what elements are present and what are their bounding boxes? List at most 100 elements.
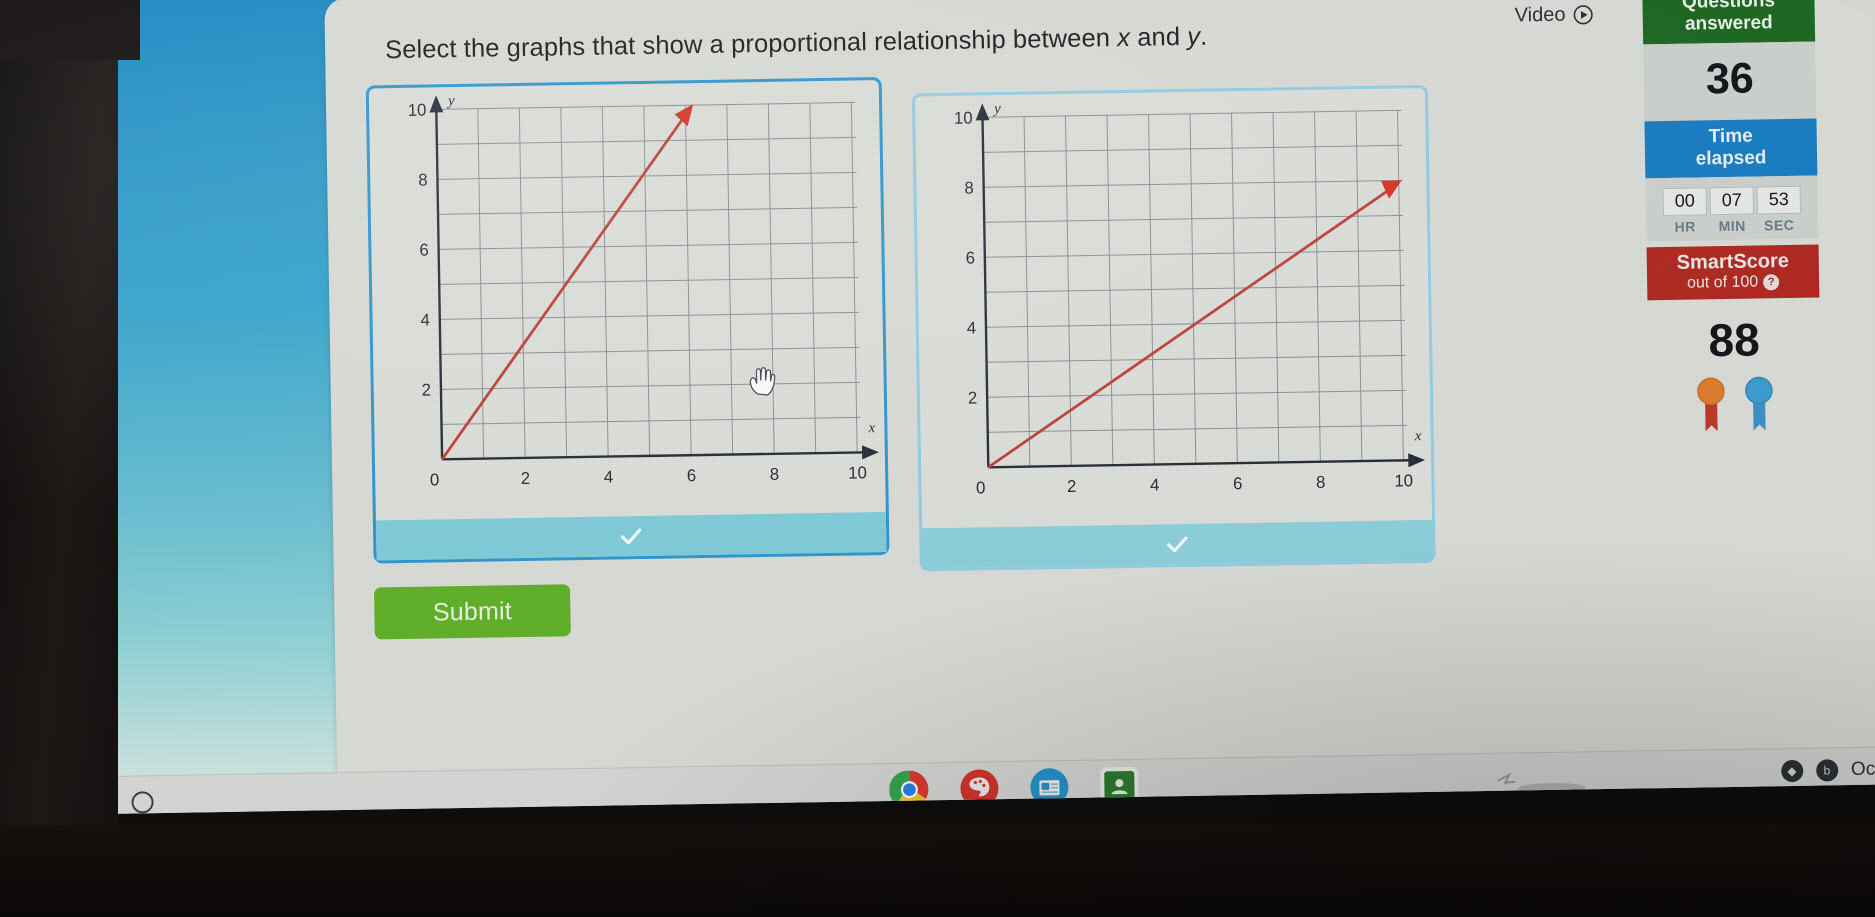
graph-1-x-arrow	[861, 445, 879, 460]
clock-sec-unit: SEC	[1763, 217, 1795, 234]
chrome-icon[interactable]	[889, 769, 930, 814]
score-sidebar: Questions answered 36 Time elapsed 00 HR…	[1642, 0, 1821, 437]
svg-text:6: 6	[1233, 474, 1243, 493]
question-var-x: x	[1116, 23, 1131, 53]
question-mark-icon[interactable]: ?	[1763, 274, 1780, 291]
video-label: Video	[1514, 3, 1566, 27]
clock-hr-unit: HR	[1674, 218, 1696, 236]
svg-text:8: 8	[770, 465, 780, 484]
graph-2-svg: y x 10 8 6 4 2 0 2 4 6 8 10	[954, 101, 1426, 497]
graph-card-1[interactable]: y x 10 8 6 4 2 0 2 4 6 8 10	[365, 76, 890, 564]
graph-1-xlabel: x	[867, 420, 875, 436]
battery-icon[interactable]: b	[1815, 759, 1839, 782]
svg-text:8: 8	[964, 178, 974, 197]
award-ribbon-orange[interactable]	[1696, 375, 1727, 435]
time-elapsed-clock: 00 HR 07 MIN 53 SEC	[1645, 175, 1819, 242]
time-elapsed-header: Time elapsed	[1644, 118, 1818, 179]
clock-min-value: 07	[1709, 186, 1755, 216]
graph-2-gridlines	[982, 109, 1407, 467]
graph-1-plot: y x 10 8 6 4 2 0 2 4 6 8 10	[369, 80, 886, 500]
graph-2-xticklabels: 0 2 4 6 8 10	[976, 471, 1413, 497]
chromebook-screen: Select the graphs that show a proportion…	[96, 0, 1875, 814]
graph-1-ray-arrowhead	[674, 104, 694, 127]
svg-text:0: 0	[976, 478, 986, 497]
smartscore-subtitle: out of 100	[1686, 273, 1759, 293]
graph-2-xlabel: x	[1414, 428, 1422, 444]
laptop-bezel-corner	[0, 0, 140, 60]
laptop-photo: Select the graphs that show a proportion…	[0, 0, 1875, 917]
graph-1-y-arrow	[429, 95, 444, 113]
graph-1-ylabel: y	[446, 93, 455, 109]
svg-text:10: 10	[848, 463, 867, 482]
question-text-before: Select the graphs that show a proportion…	[384, 24, 1118, 65]
time-elapsed-label-1: Time	[1708, 125, 1753, 147]
svg-text:10: 10	[408, 100, 427, 119]
question-text-after: .	[1199, 22, 1208, 51]
awards-row	[1649, 372, 1822, 437]
red-app-icon[interactable]	[959, 768, 1000, 809]
svg-text:2: 2	[1067, 477, 1077, 496]
question-sheet: Select the graphs that show a proportion…	[324, 0, 1875, 773]
google-classroom-icon[interactable]	[1099, 766, 1140, 807]
svg-text:6: 6	[965, 248, 975, 267]
smartscore-subtitle-row: out of 100 ?	[1651, 273, 1815, 294]
wifi-icon[interactable]: ◆	[1780, 759, 1804, 783]
graph-1-yticklabels: 10 8 6 4 2	[408, 100, 432, 399]
svg-text:0: 0	[430, 470, 440, 489]
smartscore-header: SmartScore out of 100 ?	[1646, 244, 1820, 301]
smartscore-title: SmartScore	[1676, 250, 1790, 275]
question-var-y: y	[1187, 22, 1201, 51]
svg-text:6: 6	[687, 466, 697, 485]
svg-text:4: 4	[1150, 475, 1160, 494]
smartscore-value: 88	[1708, 313, 1761, 367]
tray-date[interactable]: Oc	[1851, 759, 1875, 781]
checkmark-icon	[620, 528, 642, 545]
clock-sec-value: 53	[1756, 186, 1802, 215]
questions-answered-header: Questions answered	[1642, 0, 1816, 45]
laptop-bezel-bottom	[0, 825, 1875, 917]
svg-text:6: 6	[419, 240, 429, 259]
checkmark-icon	[1167, 536, 1188, 553]
submit-button[interactable]: Submit	[374, 584, 571, 640]
graph-1-selected-bar[interactable]	[375, 511, 887, 561]
svg-text:8: 8	[418, 170, 428, 189]
question-text-mid: and	[1129, 22, 1188, 52]
video-link[interactable]: Video	[1515, 3, 1594, 27]
play-circle-icon[interactable]	[1572, 4, 1593, 25]
svg-text:10: 10	[954, 108, 973, 127]
svg-text:2: 2	[521, 469, 531, 488]
svg-text:10: 10	[1394, 471, 1413, 490]
questions-answered-value: 36	[1643, 41, 1817, 122]
graph-2-yticklabels: 10 8 6 4 2	[954, 108, 978, 407]
graph-2-selected-bar[interactable]	[922, 519, 1433, 569]
graph-2-y-arrow	[975, 103, 990, 121]
svg-text:2: 2	[968, 388, 978, 407]
system-tray[interactable]: ◆ b Oc	[1780, 759, 1875, 783]
laptop-bezel-left	[0, 0, 118, 917]
graph-card-2[interactable]: y x 10 8 6 4 2 0 2 4 6 8 10	[911, 84, 1436, 572]
svg-text:2: 2	[422, 380, 432, 399]
graph-2-plot: y x 10 8 6 4 2 0 2 4 6 8 10	[915, 88, 1432, 508]
clock-segment-sec: 53 SEC	[1756, 186, 1802, 234]
svg-text:4: 4	[604, 467, 614, 486]
svg-text:8: 8	[1316, 473, 1326, 492]
graph-2-ylabel: y	[992, 101, 1001, 117]
graph-1-gridlines	[436, 101, 861, 459]
ixl-left-rail	[96, 0, 362, 776]
graph-1-ray	[440, 111, 689, 461]
clock-segment-min: 07 MIN	[1709, 186, 1755, 235]
questions-answered-label-2: answered	[1684, 12, 1773, 35]
svg-text:4: 4	[967, 318, 977, 337]
graph-2-ray	[987, 187, 1392, 469]
graph-1-xticklabels: 0 2 4 6 8 10	[430, 463, 867, 489]
clock-segment-hr: 00 HR	[1662, 187, 1708, 236]
shelf-app-list	[889, 766, 1140, 814]
blue-app-icon[interactable]	[1029, 767, 1070, 808]
award-ribbon-blue[interactable]	[1744, 375, 1775, 435]
graph-1-svg: y x 10 8 6 4 2 0 2 4 6 8 10	[408, 93, 879, 490]
graph-2-x-arrow	[1408, 453, 1426, 468]
clock-min-unit: MIN	[1718, 218, 1746, 235]
shelf-smudge	[1496, 772, 1586, 794]
question-prompt: Select the graphs that show a proportion…	[385, 18, 1415, 67]
time-elapsed-label-2: elapsed	[1695, 146, 1767, 170]
